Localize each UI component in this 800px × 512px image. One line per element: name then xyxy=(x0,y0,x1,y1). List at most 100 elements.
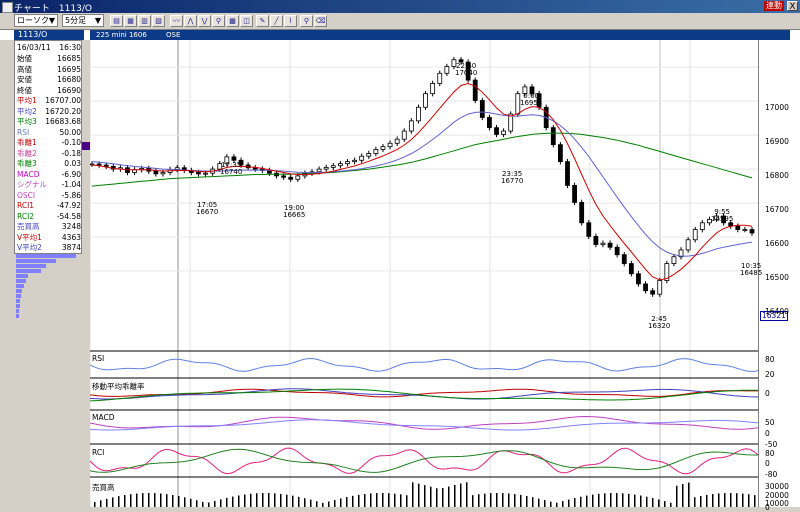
volume-profile-bar xyxy=(16,294,21,298)
volume-bar xyxy=(586,495,588,507)
candle-body xyxy=(423,93,428,108)
tool-button-7[interactable]: ⋁ xyxy=(198,15,211,27)
price-tag-marker xyxy=(82,142,90,150)
tool-button-2[interactable]: ▦ xyxy=(124,15,137,27)
panel-row: 終値 16690 xyxy=(17,86,81,95)
volume-bar xyxy=(682,484,684,507)
panel-row-key: RCI1 xyxy=(17,201,35,210)
chart-area[interactable] xyxy=(90,40,758,507)
candle-body xyxy=(231,156,237,161)
macd-tick-label: 50 xyxy=(765,418,775,427)
volume-bar xyxy=(664,501,666,507)
candle-body xyxy=(494,127,499,135)
tool-button-3[interactable]: ▥ xyxy=(138,15,151,27)
panel-row: OSCI -5.86 xyxy=(17,191,81,200)
volume-bar xyxy=(196,500,198,507)
volume-profile-bar xyxy=(16,289,22,293)
chevron-down-icon: ▼ xyxy=(48,16,55,25)
panel-row-value: -6.90 xyxy=(61,169,81,179)
candle-body xyxy=(203,172,208,175)
volume-bar xyxy=(346,497,348,507)
volume-bar xyxy=(454,484,456,507)
zoom-icon[interactable]: ⚲ xyxy=(212,15,225,27)
volume-profile-bar xyxy=(16,314,19,318)
volume-bar xyxy=(394,493,396,507)
panel-row-value: 0.03 xyxy=(64,159,81,168)
tool-button-10[interactable]: ◫ xyxy=(240,15,253,27)
tool-button-5[interactable]: 〰 xyxy=(170,15,183,27)
volume-bar xyxy=(622,493,624,507)
volume-bar xyxy=(502,493,504,507)
volume-bar xyxy=(280,493,282,507)
annotation: 2:45 16320 xyxy=(648,315,671,330)
panel-row-key: 平均2 xyxy=(17,106,37,116)
line-icon[interactable]: ╱ xyxy=(270,15,283,27)
exchange-name: OSE xyxy=(166,31,181,39)
volume-profile-bar xyxy=(16,304,20,308)
panel-row: V平均1 4363 xyxy=(17,233,81,242)
volume-bar xyxy=(352,495,354,507)
candle-body xyxy=(472,79,478,101)
rsi-tick-label: 20 xyxy=(765,370,775,379)
interval-value: 5分足 xyxy=(65,16,87,25)
panel-row-value: 16680 xyxy=(57,75,81,84)
close-button[interactable]: X xyxy=(787,1,798,12)
panel-row-value: -1.04 xyxy=(61,180,81,189)
tool-button-13[interactable]: ⌇ xyxy=(284,15,297,27)
candle-body xyxy=(103,164,109,167)
candle-body xyxy=(607,242,613,248)
search-icon[interactable]: ⚲ xyxy=(300,15,313,27)
candle-body xyxy=(671,256,677,264)
link-button[interactable]: 連動 xyxy=(764,1,784,11)
volume-profile-bar xyxy=(16,264,46,268)
tool-button-4[interactable]: ▧ xyxy=(152,15,165,27)
panel-row-key: 乖離3 xyxy=(17,159,37,168)
panel-row: MACD -6.90 xyxy=(17,170,81,179)
volume-bar xyxy=(508,493,510,507)
panel-row-key: RCI2 xyxy=(17,211,35,221)
panel-row-value: 16695 xyxy=(57,64,81,74)
macd-tick-label: -50 xyxy=(765,440,778,449)
annotation: 0:00 16955 xyxy=(520,92,543,107)
candle-body xyxy=(373,148,379,154)
volume-profile xyxy=(14,254,82,324)
volume-bar xyxy=(148,493,150,507)
tool-button-1[interactable]: ▤ xyxy=(110,15,123,27)
volume-bar xyxy=(532,497,534,507)
pencil-icon[interactable]: ✎ xyxy=(256,15,269,27)
volume-bar xyxy=(598,493,600,507)
volume-bar xyxy=(100,500,102,507)
eraser-icon[interactable]: ⌫ xyxy=(314,15,327,27)
volume-bar xyxy=(244,494,246,507)
volume-bar xyxy=(316,501,318,507)
candle-body xyxy=(636,273,641,285)
volume-bar xyxy=(268,493,270,507)
interval-select[interactable]: 5分足 ▼ xyxy=(62,14,104,27)
volume-bar xyxy=(412,482,414,507)
volume-bar xyxy=(160,493,162,507)
panel-row-value: 16690 xyxy=(57,85,81,95)
divergence-title: 移動平均乖離率 xyxy=(92,382,145,391)
volume-profile-bar xyxy=(16,284,24,288)
volume-bar xyxy=(292,495,294,507)
volume-bar xyxy=(358,494,360,507)
candle-body xyxy=(479,100,485,118)
annotation: 19:00 16665 xyxy=(283,204,306,219)
candle-body xyxy=(380,146,386,150)
panel-row-key: 始値 xyxy=(17,54,32,63)
volume-bar xyxy=(382,493,384,507)
volume-bar xyxy=(562,501,564,507)
volume-bar xyxy=(172,495,174,507)
panel-row: 乖離2 -0.18 xyxy=(17,149,81,158)
panel-row-value: -5.86 xyxy=(61,190,81,200)
tool-button-9[interactable]: ▩ xyxy=(226,15,239,27)
window-titlebar[interactable]: チャート 1113/O 連動 X xyxy=(0,0,800,14)
candle-body xyxy=(735,225,741,230)
volume-bar xyxy=(526,495,528,507)
chart-type-select[interactable]: ローソク ▼ xyxy=(14,14,58,27)
tool-button-6[interactable]: ⋀ xyxy=(184,15,197,27)
volume-bar xyxy=(442,488,444,507)
volume-bar xyxy=(634,494,636,507)
rci-tick-label: 0 xyxy=(765,459,770,468)
panel-row: シグナル -1.04 xyxy=(17,180,81,189)
